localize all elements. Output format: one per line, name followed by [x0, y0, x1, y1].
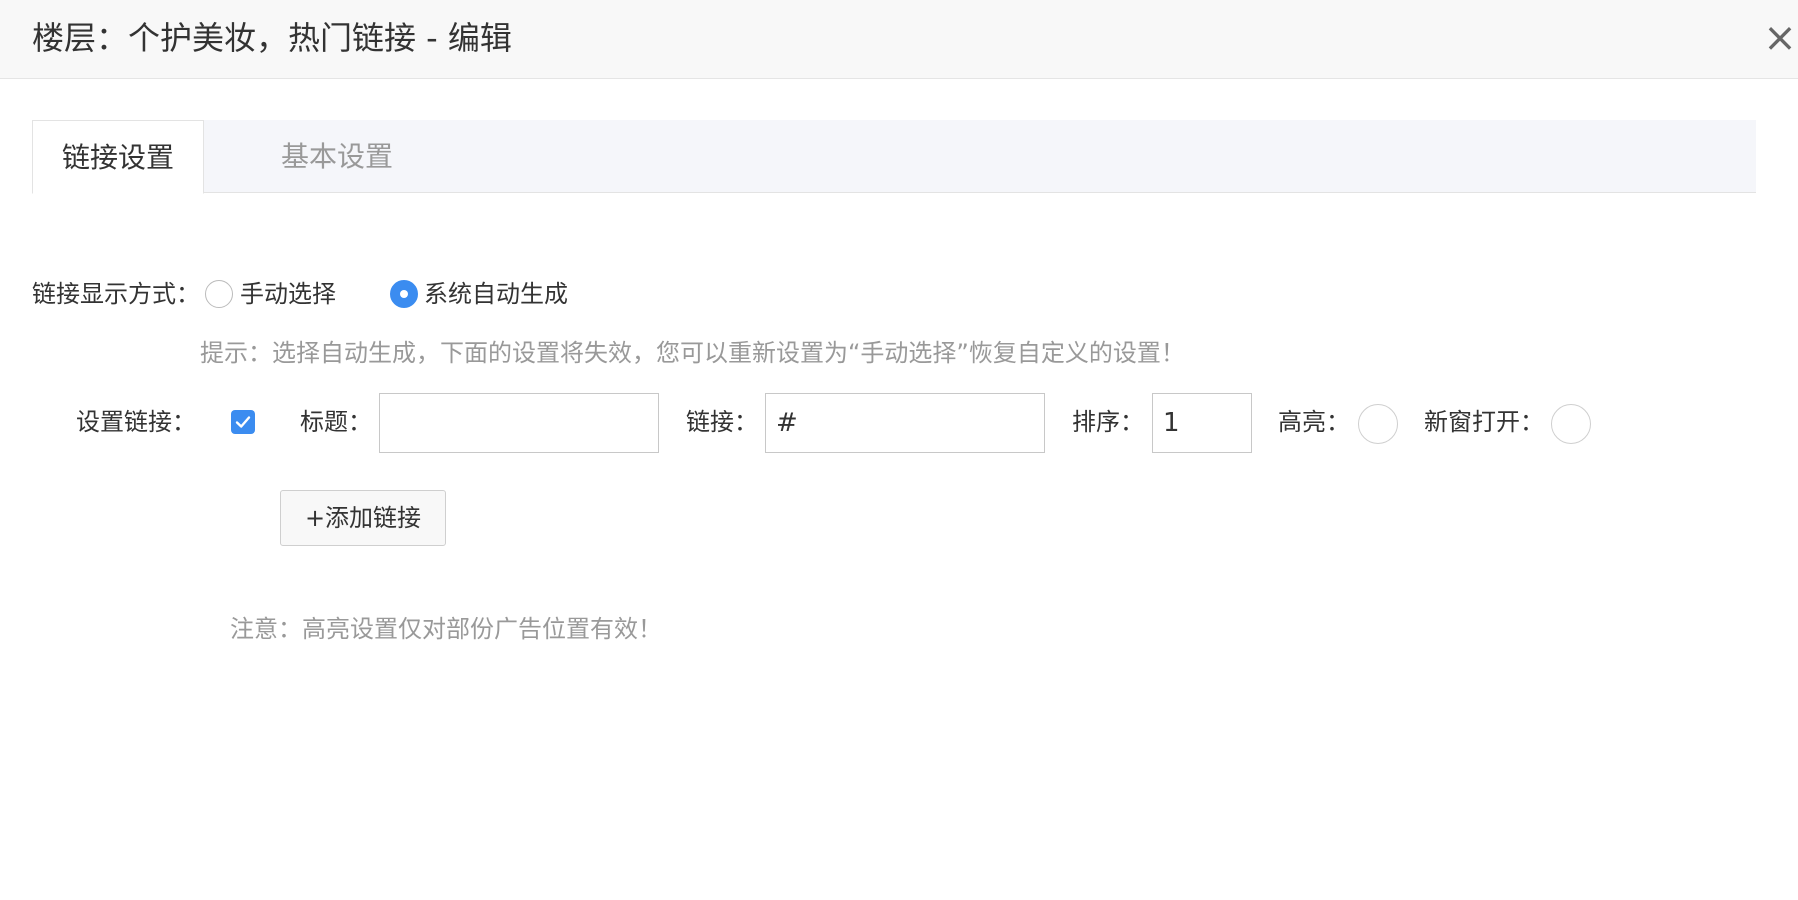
dialog-title: 楼层：个护美妆，热门链接 - 编辑	[32, 19, 512, 57]
set-link-label: 设置链接：	[76, 408, 196, 436]
radio-manual-label[interactable]: 手动选择	[240, 277, 336, 311]
sort-label: 排序：	[1072, 408, 1144, 436]
new-window-toggle[interactable]	[1551, 404, 1591, 444]
link-input[interactable]	[765, 393, 1045, 453]
link-enabled-checkbox[interactable]	[231, 410, 255, 434]
tab-bar: 链接设置 基本设置	[32, 120, 1756, 194]
hint-text: 提示：选择自动生成，下面的设置将失效，您可以重新设置为“手动选择”恢复自定义的设…	[200, 339, 1185, 367]
add-link-button[interactable]: +添加链接	[280, 490, 446, 546]
note-text: 注意：高亮设置仅对部份广告位置有效！	[230, 615, 662, 643]
highlight-toggle[interactable]	[1358, 404, 1398, 444]
check-icon	[235, 416, 251, 428]
radio-manual[interactable]	[205, 280, 233, 308]
sort-input[interactable]	[1152, 393, 1252, 453]
close-icon[interactable]: ×	[1762, 18, 1798, 58]
radio-auto[interactable]	[390, 280, 418, 308]
new-window-label: 新窗打开：	[1424, 408, 1544, 436]
tab-link-settings[interactable]: 链接设置	[32, 120, 204, 194]
dialog-header: 楼层：个护美妆，热门链接 - 编辑 ×	[0, 0, 1798, 79]
link-label: 链接：	[686, 408, 758, 436]
highlight-label: 高亮：	[1278, 408, 1350, 436]
radio-auto-label[interactable]: 系统自动生成	[424, 277, 568, 311]
title-input[interactable]	[379, 393, 659, 453]
title-label: 标题：	[300, 408, 372, 436]
display-mode-label: 链接显示方式：	[32, 280, 200, 308]
tab-basic-settings[interactable]: 基本设置	[242, 120, 432, 193]
